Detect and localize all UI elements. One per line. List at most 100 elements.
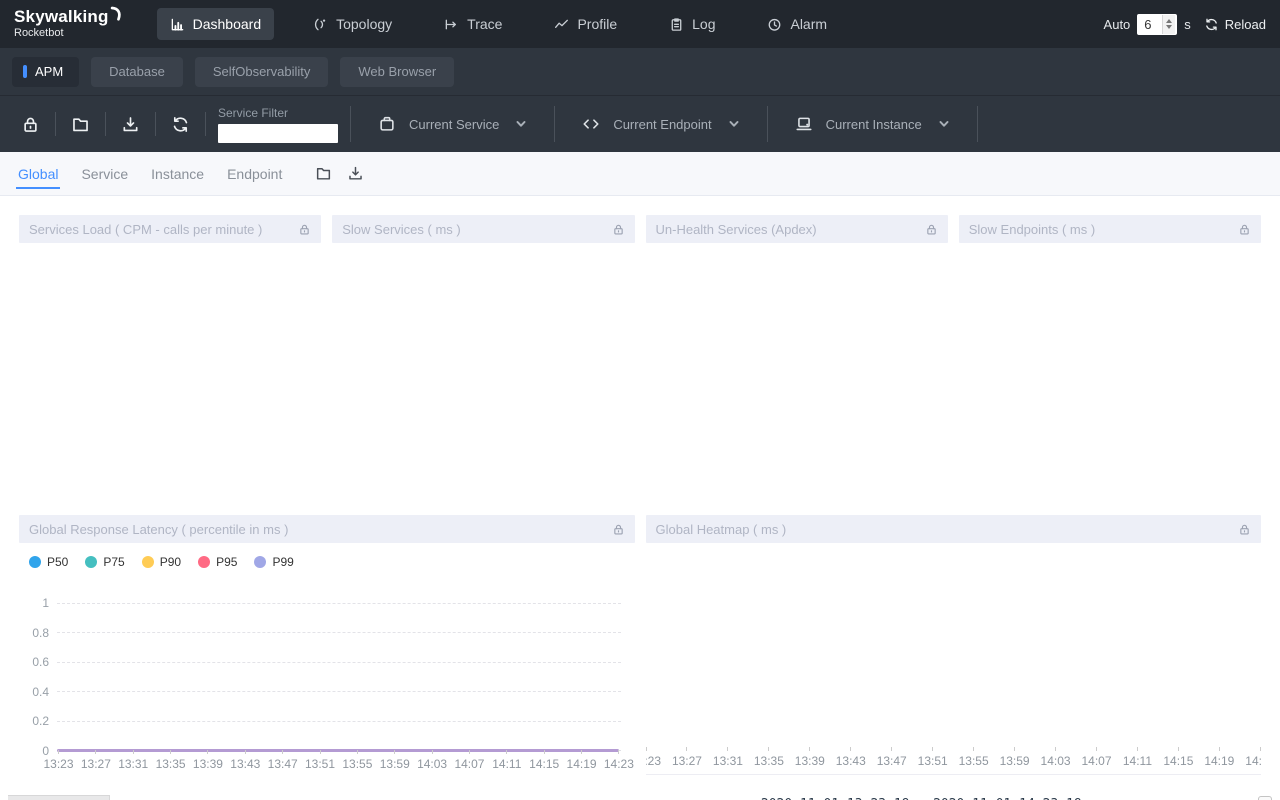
x-axis-tick: 13:43 [835,747,866,768]
lock-icon [612,523,625,536]
x-axis-tick: 13:51 [305,750,336,771]
timezone-stepper[interactable] [1258,796,1272,800]
tab-service[interactable]: Service [79,152,130,195]
y-axis-tick-label: 0.4 [32,685,49,699]
chevron-down-icon [938,118,950,130]
nav-item-alarm[interactable]: Alarm [754,8,840,40]
profile-icon [554,17,569,32]
panel-slow-endpoints: Slow Endpoints ( ms ) [959,215,1261,243]
x-axis-tick-label: 13:27 [672,754,702,768]
panel-title: Slow Services ( ms ) [342,222,611,237]
panel-lock-button[interactable] [1238,523,1251,536]
lock-edit-button[interactable] [6,115,55,134]
nav-item-profile[interactable]: Profile [541,8,630,40]
legend-label: P75 [103,555,124,569]
legend-item[interactable]: P90 [142,555,181,569]
tick-mark [1055,747,1056,751]
x-axis-tick-label: 13:47 [877,754,907,768]
x-axis-tick-label: 13:59 [1000,754,1030,768]
layer-tab-apm[interactable]: APM [12,57,79,87]
export-template-button[interactable] [106,115,155,134]
legend-label: P95 [216,555,237,569]
legend-dot [198,556,210,568]
layer-tab-web-browser[interactable]: Web Browser [340,57,454,87]
nav-item-dashboard[interactable]: Dashboard [157,8,275,40]
current-endpoint-selector[interactable]: Current Endpoint [555,115,766,133]
tick-mark [686,747,687,751]
panel-slow-services: Slow Services ( ms ) [332,215,634,243]
x-axis-tick: 13:31 [712,747,743,768]
panel-lock-button[interactable] [612,223,625,236]
x-axis-tick-label: 13:51 [305,757,335,771]
nav-item-log[interactable]: Log [656,8,728,40]
x-axis-tick: 14:19 [566,750,597,771]
y-axis-tick-label: 0.8 [32,626,49,640]
current-instance-selector[interactable]: Current Instance [768,115,977,133]
layer-tab-database[interactable]: Database [91,57,183,87]
download-icon[interactable] [347,165,364,182]
stepper-up-icon[interactable] [1166,19,1172,23]
nav-label: Topology [336,16,392,32]
nav-item-trace[interactable]: Trace [431,8,515,40]
instance-icon [795,115,813,133]
x-axis-tick-label: 14:15 [529,757,559,771]
tick-mark [973,747,974,751]
tab-global[interactable]: Global [16,152,60,195]
tick-mark [646,747,647,751]
legend-item[interactable]: P50 [29,555,68,569]
topology-icon [313,17,328,32]
latency-line-chart: P50 P75 P90 [19,543,635,775]
panel-lock-button[interactable] [925,223,938,236]
folder-icon[interactable] [315,165,332,182]
y-axis-tick-label: 0.2 [32,714,49,728]
service-filter-input[interactable] [218,124,338,143]
tab-endpoint[interactable]: Endpoint [225,152,284,195]
auto-interval-stepper[interactable] [1162,15,1175,34]
x-axis-tick: 13:23 [646,747,662,768]
import-template-button[interactable] [56,115,105,134]
panel-lock-button[interactable] [1238,223,1251,236]
panel-lock-button[interactable] [612,523,625,536]
x-axis-tick: 13:51 [917,747,948,768]
code-icon [582,115,600,133]
legend-dot [142,556,154,568]
x-axis-tick: 13:55 [958,747,989,768]
y-axis-labels: 10.80.60.40.20 [19,603,49,751]
tick-mark [1137,747,1138,751]
x-axis-tick: 13:27 [671,747,702,768]
timezone-control: Server Zone UTC +8 [1132,796,1272,800]
tab-instance[interactable]: Instance [149,152,206,195]
folder-icon [71,115,90,134]
panel-title: Global Heatmap ( ms ) [656,522,1239,537]
current-service-label: Current Service [409,117,499,132]
reload-button[interactable]: Reload [1204,17,1266,32]
x-axis-tick-label: 14:19 [567,757,597,771]
auto-interval-value[interactable] [1138,15,1162,34]
legend-item[interactable]: P95 [198,555,237,569]
legend-item[interactable]: P75 [85,555,124,569]
x-axis-labels: 13:23 13:27 13:31 [646,747,1262,768]
x-axis-tick-label: 14:23 [604,757,634,771]
legend-label: P90 [160,555,181,569]
x-axis-tick: 14:23 [1245,747,1261,768]
tick-mark [1014,747,1015,751]
top-panels-row: Services Load ( CPM - calls per minute )… [19,215,1261,243]
legend-item[interactable]: P99 [254,555,293,569]
layer-tab-selfobservability[interactable]: SelfObservability [195,57,329,87]
tick-mark [932,747,933,751]
x-axis-tick: 14:03 [1040,747,1071,768]
stepper-down-icon[interactable] [1166,25,1172,29]
current-service-selector[interactable]: Current Service [351,115,554,133]
panel-lock-button[interactable] [298,223,311,236]
x-axis-tick-label: 13:35 [156,757,186,771]
refresh-icon [171,115,190,134]
nav-item-topology[interactable]: Topology [300,8,405,40]
x-axis-tick-label: 14:03 [1041,754,1071,768]
x-axis-tick-label: 13:59 [380,757,410,771]
lock-icon [1238,223,1251,236]
x-axis-tick-label: 13:51 [918,754,948,768]
x-axis-tick: 14:11 [491,750,522,771]
refresh-button[interactable] [156,115,205,134]
x-axis-tick-label: 13:27 [81,757,111,771]
auto-interval-input[interactable] [1137,14,1177,35]
